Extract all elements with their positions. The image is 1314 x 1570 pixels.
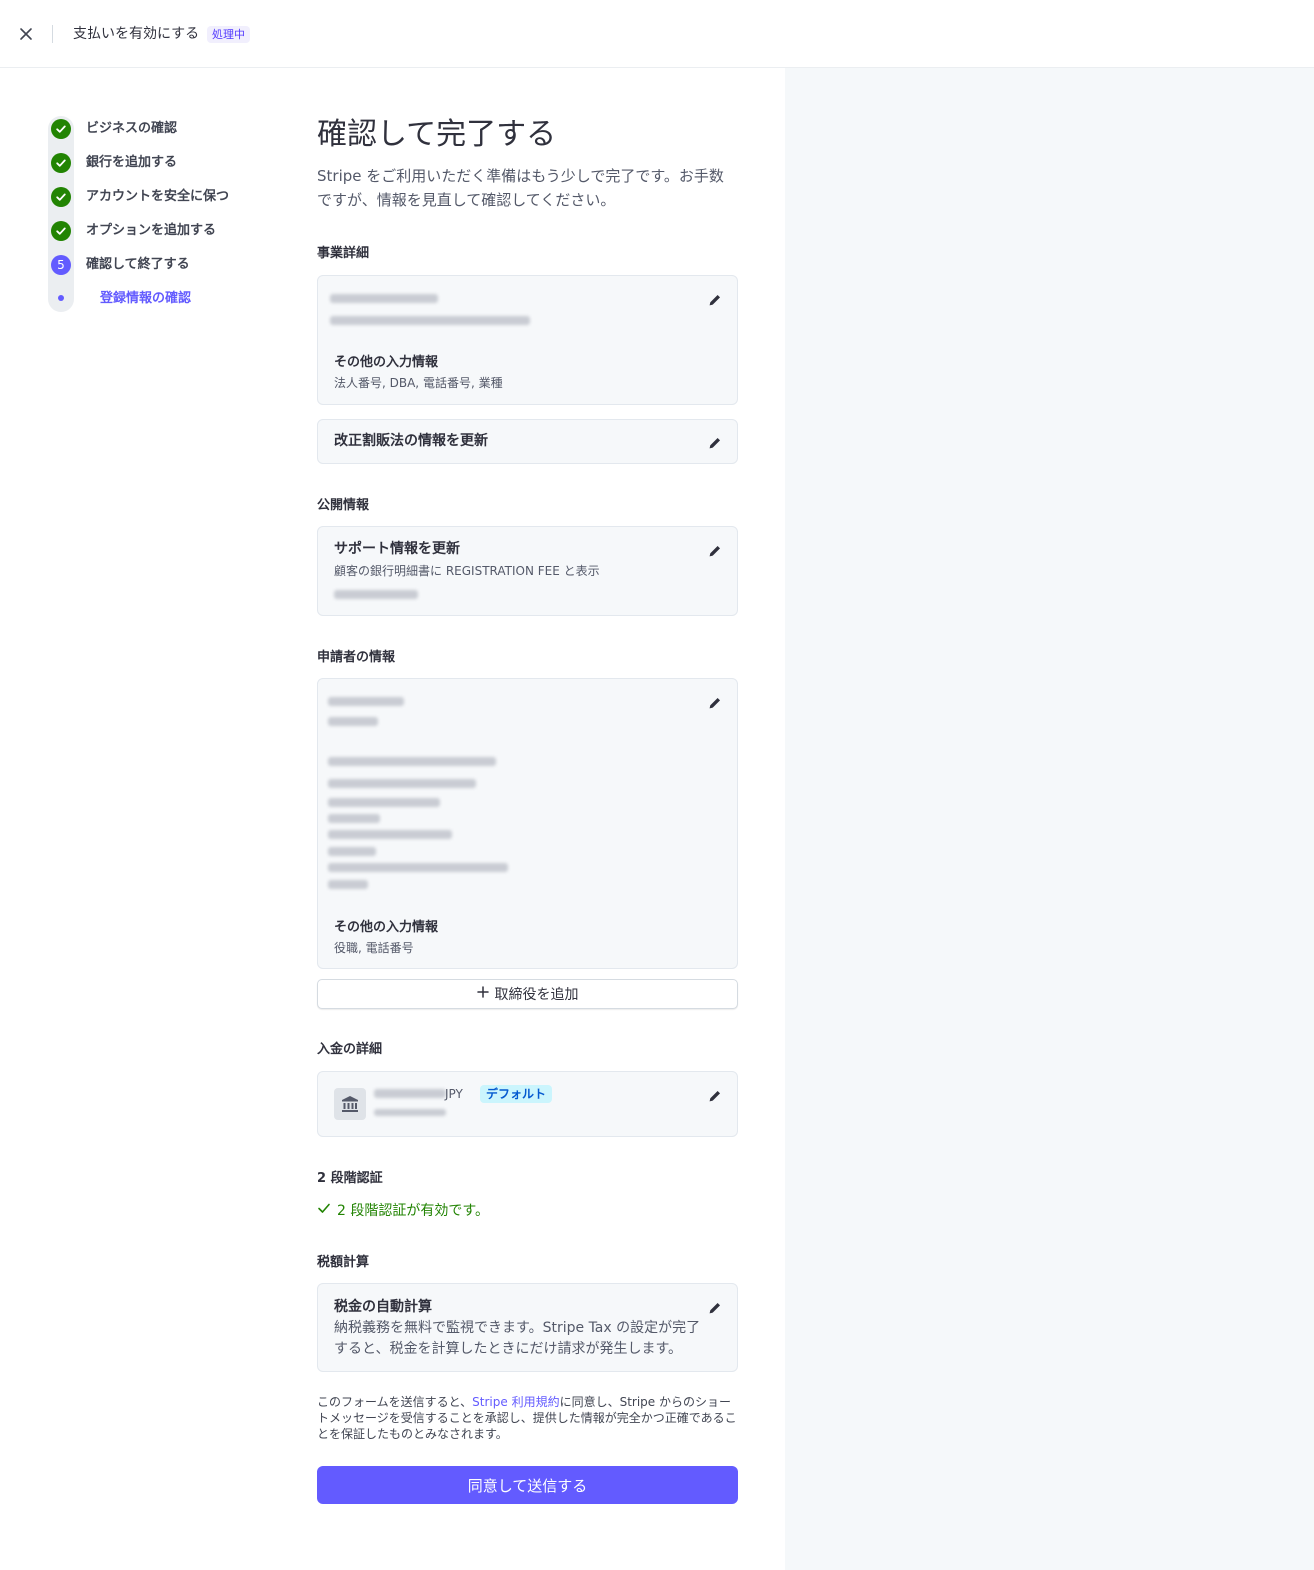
- top-divider: [52, 25, 53, 43]
- support-info-title: サポート情報を更新: [334, 541, 460, 557]
- step-number-badge: 5: [51, 255, 71, 275]
- stepper-track: [48, 116, 74, 312]
- plus-icon: [476, 986, 489, 1002]
- redacted-text: [374, 1109, 446, 1116]
- step-label-options[interactable]: オプションを追加する: [86, 221, 216, 241]
- substep-dot: [58, 295, 64, 301]
- redacted-text: [328, 830, 452, 839]
- step-label-review[interactable]: 確認して終了する: [86, 255, 190, 275]
- terms-link[interactable]: Stripe 利用規約: [472, 1395, 559, 1409]
- section-title-twofa: 2 段階認証: [317, 1171, 383, 1186]
- default-badge: デフォルト: [480, 1085, 553, 1103]
- step-label-business[interactable]: ビジネスの確認: [86, 119, 177, 139]
- twofa-status-text: 2 段階認証が有効です。: [337, 1202, 489, 1219]
- edit-pencil-icon[interactable]: [708, 543, 722, 557]
- section-title-payout: 入金の詳細: [317, 1042, 383, 1057]
- tax-description: 納税義務を無料で監視できます。Stripe Tax の設定が完了すると、税金を計…: [334, 1320, 701, 1357]
- redacted-text: [328, 779, 476, 788]
- bank-icon: [334, 1088, 366, 1120]
- redacted-text: [334, 590, 418, 599]
- edit-pencil-icon[interactable]: [708, 435, 722, 449]
- redacted-text: [328, 847, 376, 856]
- twofa-status: 2 段階認証が有効です。: [317, 1201, 489, 1220]
- redacted-text: [328, 814, 380, 823]
- tokushoho-card[interactable]: 改正割販法の情報を更新: [317, 419, 738, 464]
- tax-title: 税金の自動計算: [334, 1299, 432, 1315]
- intro-text: Stripe をご利用いただく準備はもう少しで完了です。お手数ですが、情報を見直…: [317, 167, 724, 209]
- step-label-bank[interactable]: 銀行を追加する: [86, 153, 177, 173]
- redacted-text: [330, 316, 530, 325]
- legal-text-before: このフォームを送信すると、: [317, 1395, 473, 1409]
- tax-card: 税金の自動計算 納税義務を無料で監視できます。Stripe Tax の設定が完了…: [317, 1283, 738, 1372]
- redacted-text: [328, 717, 378, 726]
- section-title-business: 事業詳細: [317, 246, 370, 261]
- main-heading: 確認して完了する: [317, 117, 557, 152]
- tokushoho-label: 改正割販法の情報を更新: [334, 433, 488, 449]
- check-icon: [51, 221, 71, 241]
- redacted-text: [328, 863, 508, 872]
- applicant-other-info-value: 役職, 電話番号: [334, 941, 414, 955]
- check-icon: [51, 119, 71, 139]
- other-info-value: 法人番号, DBA, 電話番号, 業種: [334, 376, 503, 390]
- edit-pencil-icon[interactable]: [708, 1300, 722, 1314]
- checkmark-icon: [317, 1201, 331, 1220]
- legal-text: このフォームを送信すると、Stripe 利用規約に同意し、Stripe からのシ…: [317, 1394, 740, 1442]
- applicant-card: その他の入力情報 役職, 電話番号: [317, 678, 738, 969]
- applicant-other-info-label: その他の入力情報: [334, 920, 439, 935]
- redacted-text: [330, 294, 438, 303]
- page-title: 支払いを有効にする: [73, 26, 200, 42]
- business-details-card: その他の入力情報 法人番号, DBA, 電話番号, 業種: [317, 275, 738, 405]
- redacted-text: [374, 1089, 446, 1098]
- substep-label-registration[interactable]: 登録情報の確認: [100, 289, 191, 309]
- statement-descriptor-text: 顧客の銀行明細書に REGISTRATION FEE と表示: [334, 564, 600, 578]
- edit-pencil-icon[interactable]: [708, 292, 722, 306]
- submit-button[interactable]: 同意して送信する: [317, 1466, 738, 1504]
- step-label-security[interactable]: アカウントを安全に保つ: [86, 187, 229, 207]
- section-title-tax: 税額計算: [317, 1255, 370, 1270]
- payout-card: JPY デフォルト: [317, 1071, 738, 1137]
- section-title-applicant: 申請者の情報: [317, 650, 396, 665]
- payout-currency: JPY: [445, 1087, 463, 1101]
- check-icon: [51, 153, 71, 173]
- top-bar: 支払いを有効にする 処理中: [0, 0, 1314, 68]
- other-info-label: その他の入力情報: [334, 355, 439, 370]
- right-panel: [785, 68, 1314, 1570]
- section-title-public: 公開情報: [317, 498, 370, 513]
- support-info-card: サポート情報を更新 顧客の銀行明細書に REGISTRATION FEE と表示: [317, 526, 738, 616]
- close-icon[interactable]: [16, 24, 36, 44]
- redacted-text: [328, 757, 496, 766]
- status-badge: 処理中: [207, 26, 250, 43]
- edit-pencil-icon[interactable]: [708, 695, 722, 709]
- edit-pencil-icon[interactable]: [708, 1088, 722, 1102]
- redacted-text: [328, 697, 404, 706]
- add-director-button[interactable]: 取締役を追加: [317, 979, 738, 1009]
- redacted-text: [328, 798, 440, 807]
- redacted-text: [328, 880, 368, 889]
- check-icon: [51, 187, 71, 207]
- add-director-label: 取締役を追加: [494, 987, 579, 1003]
